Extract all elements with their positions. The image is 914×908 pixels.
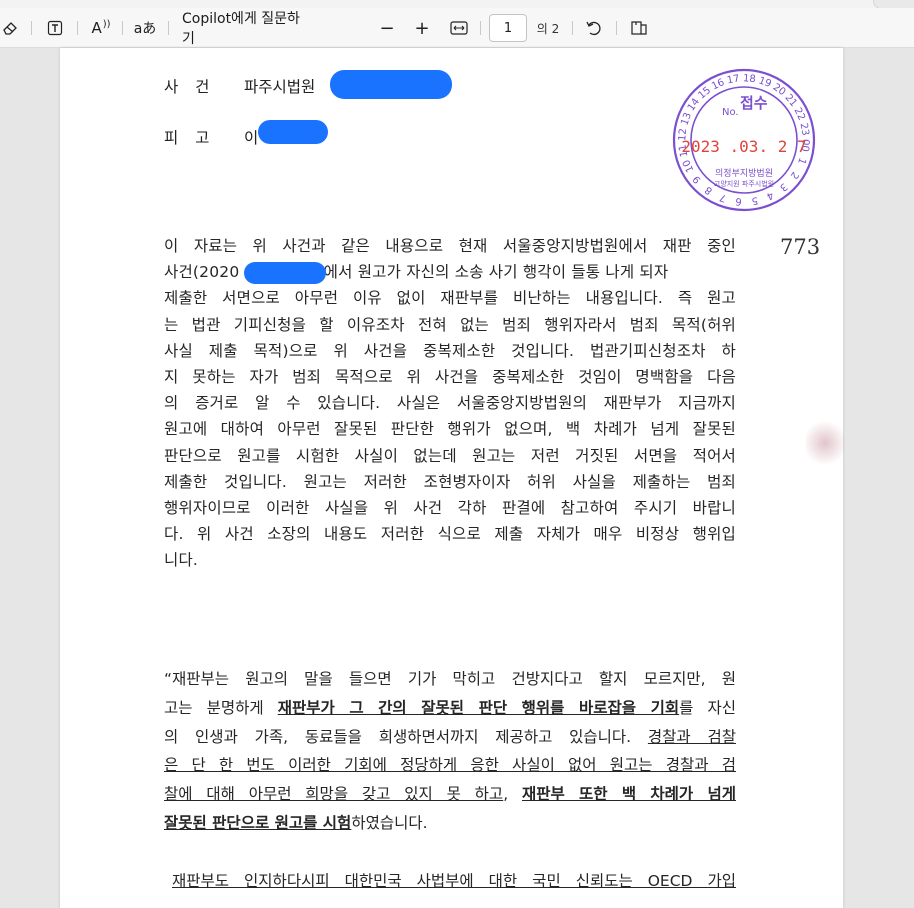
quote-text: 고는 분명하게 [164, 698, 278, 717]
quote-emphasis: 잘못된 판단으로 원고를 시험 [164, 813, 352, 832]
body-line: 제출한 서면으로 아무런 이유 없이 재판부를 비난하는 내용입니다. 즉 원고 [164, 289, 736, 308]
page-number-input[interactable]: 1 [489, 14, 527, 42]
body-line-part: 사건(2020 [164, 263, 240, 282]
defendant-name: 이 [244, 129, 259, 147]
quote-line: 은 단 한 번도 이러한 기회에 정당하게 응한 사실이 없어 원고는 경찰과 … [164, 756, 736, 775]
toolbar-separator [572, 21, 573, 35]
quote-line: “재판부는 원고의 말을 들으면 기가 막히고 건방지다고 할지 모르지만, 원 [164, 670, 736, 688]
quote-text: 를 자신 [679, 698, 736, 717]
quote-line: 고는 분명하게 재판부가 그 간의 잘못된 판단 행위를 바로잡을 기회를 자신 [164, 694, 736, 723]
stamp-court-line1: 의정부지방법원 [715, 168, 773, 179]
body-line: 다. 위 사건 소장의 내용도 저러한 식으로 제출 자체가 매우 비정상 행위… [164, 525, 736, 544]
stamp-ring-number: 2 [788, 169, 801, 181]
court-receipt-stamp: 15 16 17 18 19 20 21 22 23 00 1 2 3 4 5 6 7 8 9 10 11 12 13 14 … [672, 68, 816, 212]
stamp-court-line2: 고양지원 파주시법원 [714, 179, 774, 188]
translate-glyph: aあ [133, 21, 157, 37]
body-line: 지 못하는 자가 범죄 목적으로 위 사건을 중복제소한 것임이 명백함을 다음 [164, 367, 736, 386]
defendant-label: 피 고 [164, 129, 216, 147]
quote-line: 재판부도 인지하다시피 대한민국 사법부에 대한 국민 신뢰도는 OECD 가입 [172, 871, 736, 890]
page-number-handwritten: 773 [780, 235, 821, 259]
stamp-date: 2023 .03. 2 7 [681, 137, 806, 156]
stamp-ring-number: 3 [777, 180, 789, 193]
redaction-mark [258, 120, 328, 144]
page-view-icon[interactable] [628, 8, 650, 48]
quote-emphasis: 재판부 또한 백 차례가 넘게 [521, 785, 737, 804]
stamp-title: 접수 [740, 94, 768, 112]
stamp-ring-number: 9 [691, 173, 704, 185]
body-line: 사건(2020 )에서 원고가 자신의 소송 사기 행각이 들통 나게 되자 [164, 259, 736, 285]
quote-text: 의 인생과 가족, 동료들을 희생하면서까지 제공하고 있습니다. [164, 727, 648, 746]
stamp-ring-number: 5 [751, 194, 759, 206]
read-aloud-glyph: A [91, 19, 102, 37]
rotate-icon[interactable] [583, 8, 605, 48]
redaction-mark [330, 70, 452, 99]
pdf-toolbar: A)) aあ Copilot에게 질문하기 − + 1 의 2 [0, 8, 914, 48]
quote-emphasis: 재판부가 그 간의 잘못된 판단 행위를 바로잡을 기회 [277, 698, 680, 717]
stamp-ring-number: 6 [735, 195, 742, 207]
body-paragraph: 이 자료는 위 사건과 같은 내용으로 현재 서울중앙지방법원에서 재판 중인 … [164, 233, 736, 573]
translate-icon[interactable]: aあ [132, 8, 158, 48]
zoom-out-icon[interactable]: − [377, 8, 397, 48]
quote-line: 잘못된 판단으로 원고를 시험하였습니다. [164, 809, 736, 838]
quote-underlined: 찰에 대해 아무런 희망을 갖고 있지 못 하고 [164, 785, 504, 804]
stamp-ring-number: 7 [718, 191, 728, 204]
text-box-icon[interactable] [44, 8, 66, 48]
stamp-ring-number: 13 [679, 111, 694, 127]
toolbar-separator [77, 21, 78, 35]
quote-line: 의 인생과 가족, 동료들을 희생하면서까지 제공하고 있습니다. 경찰과 검찰 [164, 723, 736, 752]
sound-wave-glyph: )) [102, 18, 111, 30]
stamp-no: No. [722, 107, 739, 118]
ask-copilot-button[interactable]: Copilot에게 질문하기 [182, 8, 312, 48]
body-line: 이 자료는 위 사건과 같은 내용으로 현재 서울중앙지방법원에서 재판 중인 [164, 237, 736, 255]
quote-text: , [503, 785, 522, 804]
body-line: 제출한 것입니다. 원고는 저러한 조현병자이자 허위 사실을 제출하는 범죄 [164, 472, 736, 491]
stamp-ring-number: 19 [757, 75, 773, 90]
body-line: 원고에 대하여 아무런 잘못된 판단한 행위가 없으며, 백 차례가 넘게 잘못… [164, 420, 736, 439]
quote-text: 하였습니다. [351, 813, 428, 832]
toolbar-separator [616, 21, 617, 35]
body-line: 니다. [164, 551, 199, 570]
body-line: 판단으로 원고를 시험한 사실이 없는데 원고는 저런 거짓된 서면을 적어서 [164, 446, 736, 465]
zoom-in-icon[interactable]: + [412, 8, 432, 48]
case-label: 사 건 [164, 78, 216, 96]
stamp-ring-number: 23 [798, 122, 811, 136]
body-line-part: )에서 원고가 자신의 소송 사기 행각이 들통 나게 되자 [317, 263, 669, 282]
stamp-ring-number: 17 [726, 73, 740, 86]
window-top-strip [0, 0, 914, 9]
toolbar-separator [122, 21, 123, 35]
toolbar-separator [168, 21, 169, 35]
document-page: 사 건 파주시법원 피 고 이 15 16 17 18 19 20 21 22 23 00 1 2 3 4… [60, 48, 845, 908]
stamp-ring-number: 4 [765, 189, 775, 202]
quote-line: 찰에 대해 아무런 희망을 갖고 있지 못 하고, 재판부 또한 백 차례가 넘… [164, 780, 736, 809]
stamp-ring-number: 18 [743, 73, 757, 85]
body-line: 의 증거로 알 수 있습니다. 사실은 서울중앙지방법원의 재판부가 지금까지 [164, 394, 736, 413]
body-line: 사실 제출 목적)으로 위 사건을 중복제소한 것입니다. 법관기피신청조차 하 [164, 341, 736, 360]
stamp-ring-number: 1 [795, 156, 808, 166]
case-court: 파주시법원 [244, 78, 316, 96]
body-line: 는 법관 기피신청을 할 이유조차 전혀 없는 범죄 행위자라서 범죄 목적(허… [164, 315, 736, 334]
quote-underlined: 경찰과 검찰 [647, 727, 736, 746]
eraser-icon[interactable] [0, 8, 20, 48]
quote-paragraph: “재판부는 원고의 말을 들으면 기가 막히고 건방지다고 할지 모르지만, 원… [164, 665, 736, 895]
total-pages-label: 의 2 [536, 21, 560, 36]
redaction-mark [244, 262, 326, 285]
body-line: 행위자이므로 이러한 사실을 위 사건 각하 판결에 참고하여 주시기 바랍니 [164, 498, 736, 517]
toolbar-separator [480, 21, 481, 35]
toolbar-separator [31, 21, 32, 35]
read-aloud-icon[interactable]: A)) [89, 8, 113, 48]
page-stain [805, 418, 845, 468]
fit-page-icon[interactable] [448, 8, 470, 48]
